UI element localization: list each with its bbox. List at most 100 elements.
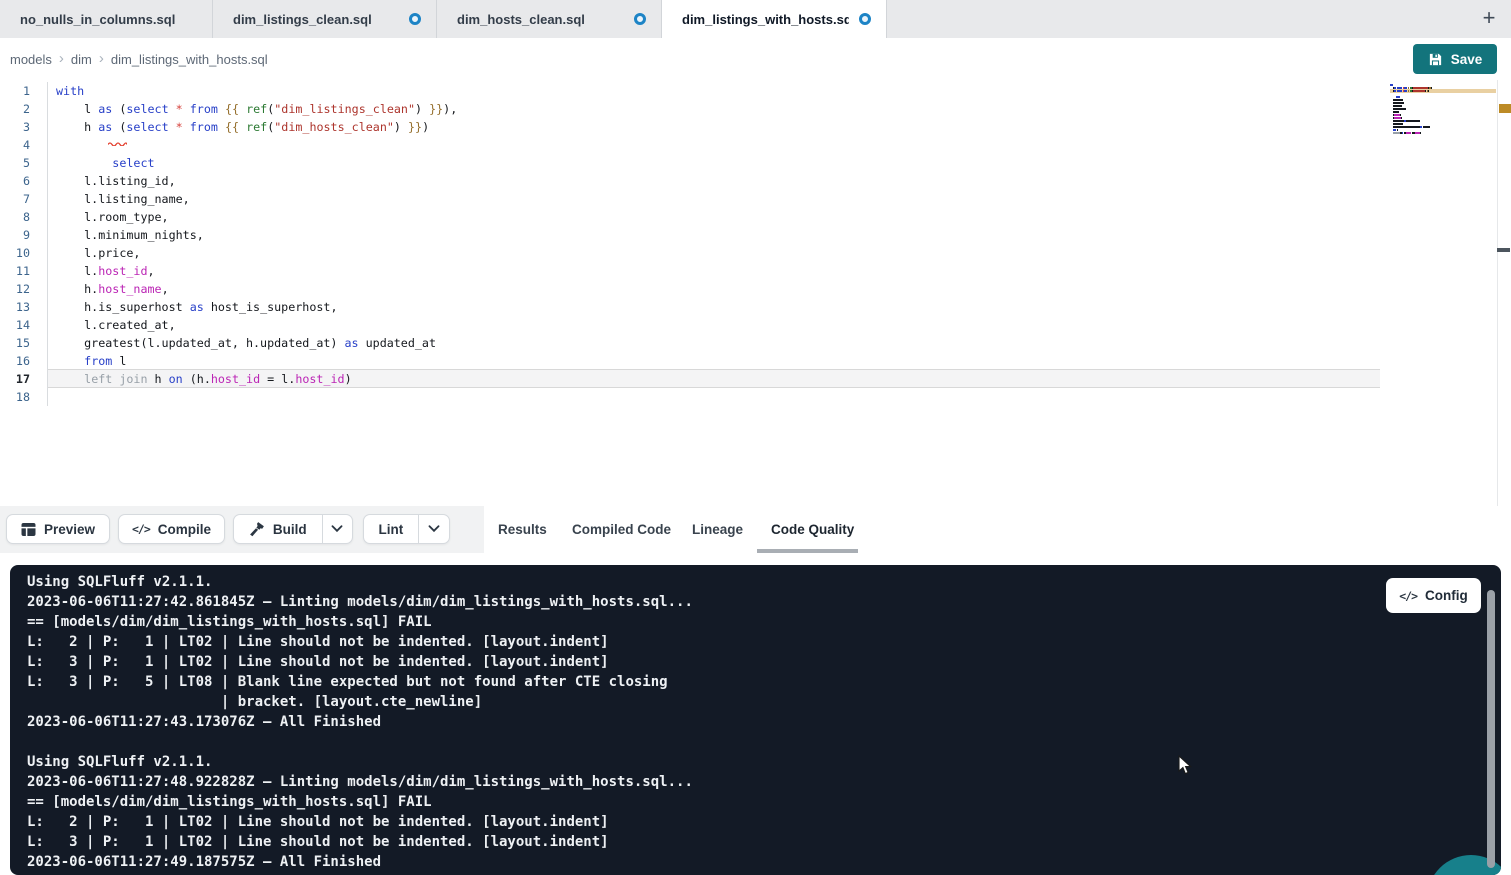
code-line-6: l.listing_id,	[56, 172, 176, 190]
active-tab-underline	[757, 549, 858, 553]
lint-warning-squiggle	[108, 133, 127, 151]
breadcrumb-item-dim[interactable]: dim	[71, 52, 92, 67]
build-button[interactable]: Build	[234, 515, 322, 543]
code-line-7: l.listing_name,	[56, 190, 190, 208]
save-button[interactable]: Save	[1413, 44, 1497, 74]
minimap-line	[1390, 114, 1400, 116]
build-dropdown-button[interactable]	[323, 515, 353, 543]
terminal-line: L: 2 | P: 1 | LT02 | Line should not be …	[27, 632, 1471, 652]
lint-dropdown-button[interactable]	[419, 515, 449, 543]
line-number: 2	[0, 100, 30, 118]
mouse-cursor	[1178, 755, 1193, 781]
unsaved-changes-icon	[859, 13, 871, 25]
panel-tab-compiled-code[interactable]: Compiled Code	[572, 506, 671, 553]
preview-button-label: Preview	[44, 522, 95, 537]
terminal-line: 2023-06-06T11:27:49.187575Z – All Finish…	[27, 852, 1471, 872]
line-number: 17	[0, 370, 30, 388]
lint-output-terminal[interactable]: Using SQLFluff v2.1.1.2023-06-06T11:27:4…	[10, 565, 1501, 875]
terminal-line: Using SQLFluff v2.1.1.	[27, 572, 1471, 592]
minimap-line	[1390, 84, 1393, 86]
breadcrumb: models›dim›dim_listings_with_hosts.sql	[10, 38, 268, 80]
terminal-line: L: 3 | P: 1 | LT02 | Line should not be …	[27, 832, 1471, 852]
preview-button[interactable]: Preview	[6, 514, 110, 544]
terminal-line: L: 2 | P: 1 | LT02 | Line should not be …	[27, 812, 1471, 832]
new-tab-button[interactable]: +	[1476, 3, 1502, 33]
minimap-line	[1390, 126, 1430, 128]
hammer-icon	[249, 521, 265, 537]
minimap-line	[1390, 120, 1420, 122]
panel-tab-lineage[interactable]: Lineage	[692, 506, 743, 553]
line-number: 7	[0, 190, 30, 208]
unsaved-changes-icon	[409, 13, 421, 25]
minimap-line	[1390, 129, 1397, 131]
minimap-line	[1390, 102, 1404, 104]
code-line-15: greatest(l.updated_at, h.updated_at) as …	[56, 334, 436, 352]
minimap-line	[1390, 105, 1402, 107]
line-number: 5	[0, 154, 30, 172]
code-line-16: from l	[56, 352, 126, 370]
editor-tab-bar: no_nulls_in_columns.sql dim_listings_clea…	[0, 0, 1511, 38]
tab-label: dim_listings_clean.sql	[233, 12, 372, 27]
code-line-13: h.is_superhost as host_is_superhost,	[56, 298, 337, 316]
terminal-line: L: 3 | P: 1 | LT02 | Line should not be …	[27, 652, 1471, 672]
breadcrumb-item-dim-listings-with-hosts-sql[interactable]: dim_listings_with_hosts.sql	[111, 52, 268, 67]
minimap[interactable]	[1390, 83, 1497, 153]
terminal-output: Using SQLFluff v2.1.1.2023-06-06T11:27:4…	[27, 572, 1471, 872]
line-number: 12	[0, 280, 30, 298]
code-line-1: with	[56, 82, 84, 100]
line-number: 14	[0, 316, 30, 334]
tab-label: no_nulls_in_columns.sql	[20, 12, 175, 27]
line-number: 10	[0, 244, 30, 262]
ruler-warning-marker[interactable]	[1499, 104, 1511, 113]
tab-label: dim_listings_with_hosts.sql	[682, 12, 849, 27]
terminal-line: L: 3 | P: 5 | LT08 | Blank line expected…	[27, 672, 1471, 692]
terminal-line: 2023-06-06T11:27:48.922828Z – Linting mo…	[27, 772, 1471, 792]
code-icon: </>	[1399, 589, 1417, 603]
minimap-line	[1390, 117, 1402, 119]
ide-window: no_nulls_in_columns.sql dim_listings_clea…	[0, 0, 1511, 875]
editor-tab-dim-hosts-clean-sql[interactable]: dim_hosts_clean.sql	[437, 0, 662, 38]
panel-tab-results[interactable]: Results	[498, 506, 547, 553]
action-bar: Preview </> Compile Build Lint Results Compil…	[0, 506, 1511, 553]
save-button-label: Save	[1451, 52, 1483, 67]
terminal-line: 2023-06-06T11:27:43.173076Z – All Finish…	[27, 712, 1471, 732]
line-number: 6	[0, 172, 30, 190]
code-line-12: h.host_name,	[56, 280, 169, 298]
terminal-line: Using SQLFluff v2.1.1.	[27, 752, 1471, 772]
overview-ruler-divider	[1497, 80, 1498, 506]
code-line-10: l.price,	[56, 244, 140, 262]
lint-config-button[interactable]: </> Config	[1386, 578, 1481, 613]
terminal-scrollbar[interactable]	[1487, 590, 1495, 868]
minimap-line	[1390, 96, 1400, 98]
code-line-8: l.room_type,	[56, 208, 169, 226]
editor-tab-dim-listings-with-hosts-sql[interactable]: dim_listings_with_hosts.sql	[662, 0, 887, 38]
compile-button[interactable]: </> Compile	[118, 514, 225, 544]
line-number: 4	[0, 136, 30, 154]
code-line-17: left join h on (h.host_id = l.host_id)	[56, 370, 352, 388]
line-number: 16	[0, 352, 30, 370]
code-icon: </>	[132, 522, 150, 536]
minimap-line	[1390, 132, 1421, 134]
code-line-9: l.minimum_nights,	[56, 226, 204, 244]
ruler-scroll-marker[interactable]	[1497, 248, 1510, 252]
minimap-line	[1390, 108, 1406, 110]
breadcrumb-item-models[interactable]: models	[10, 52, 52, 67]
line-number: 9	[0, 226, 30, 244]
save-icon	[1428, 52, 1443, 67]
editor-tab-dim-listings-clean-sql[interactable]: dim_listings_clean.sql	[213, 0, 437, 38]
gutter-divider	[47, 82, 48, 406]
unsaved-changes-icon	[634, 13, 646, 25]
code-line-5: select	[56, 154, 155, 172]
minimap-line	[1390, 87, 1432, 89]
code-line-14: l.created_at,	[56, 316, 176, 334]
terminal-line: 2023-06-06T11:27:42.861845Z – Linting mo…	[27, 592, 1471, 612]
lint-button[interactable]: Lint	[364, 515, 418, 543]
editor-tab-no-nulls-in-columns-sql[interactable]: no_nulls_in_columns.sql	[0, 0, 213, 38]
code-editor[interactable]: 123456789101112131415161718 with l as (s…	[0, 80, 1511, 506]
terminal-line	[27, 732, 1471, 752]
config-button-label: Config	[1425, 588, 1468, 603]
panel-tab-code-quality[interactable]: Code Quality	[771, 506, 854, 553]
compile-button-label: Compile	[158, 522, 211, 537]
line-number: 18	[0, 388, 30, 406]
code-line-11: l.host_id,	[56, 262, 155, 280]
